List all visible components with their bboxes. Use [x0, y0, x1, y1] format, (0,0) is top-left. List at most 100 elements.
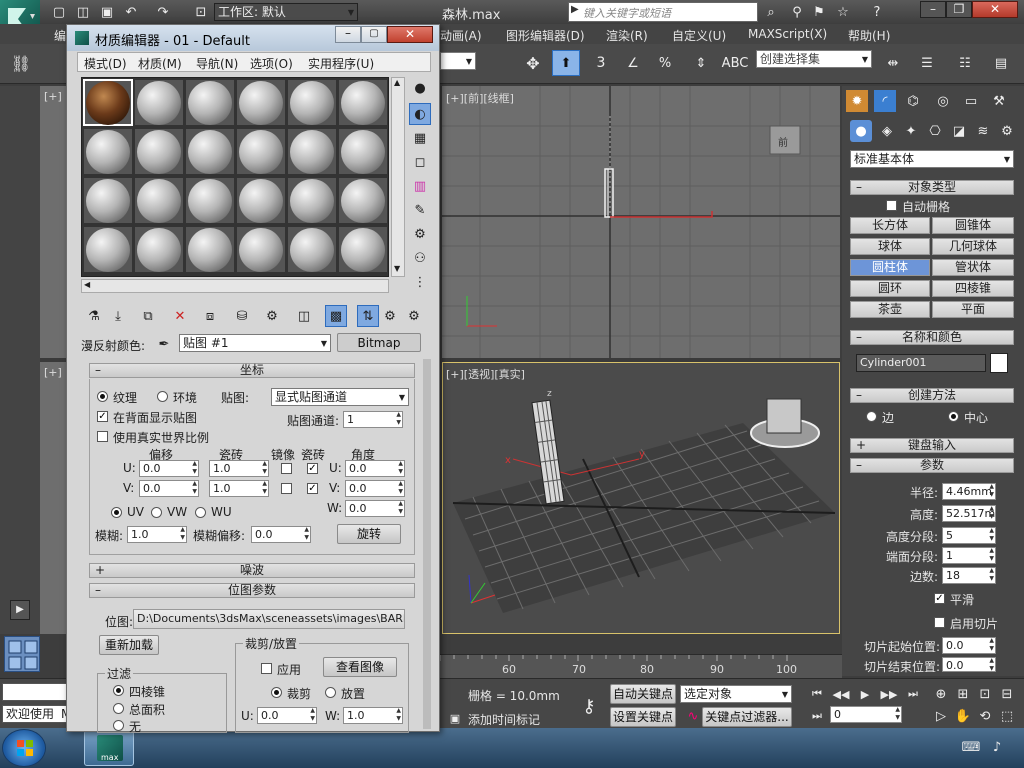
cone-button[interactable]: 圆锥体	[932, 217, 1014, 234]
lights-icon[interactable]: ✦	[900, 120, 922, 142]
hierarchy-tab-icon[interactable]: ⌬	[902, 90, 924, 112]
uv-tiling-icon[interactable]: ◻	[409, 151, 431, 173]
slot-horizontal-scrollbar[interactable]: ◀	[81, 279, 389, 293]
smooth-checkbox[interactable]: ✓	[934, 593, 945, 604]
utilities-tab-icon[interactable]: ⚒	[988, 90, 1010, 112]
show-map-on-back-checkbox[interactable]: ✓	[97, 411, 108, 422]
shapes-icon[interactable]: ◈	[876, 120, 898, 142]
viewport-front[interactable]: 前	[442, 86, 840, 358]
menu-animation[interactable]: 动画(A)	[440, 27, 482, 44]
me-menu-navigation[interactable]: 导航(N)	[196, 55, 238, 72]
sample-slot[interactable]	[287, 177, 337, 224]
key-filters-button[interactable]: 关键点过滤器...	[702, 707, 792, 727]
undo-icon[interactable]: ↶	[120, 1, 142, 23]
prev-frame-icon[interactable]: ◀◀	[830, 683, 852, 705]
next-frame-icon[interactable]: ▶▶	[878, 683, 900, 705]
show-end-result-icon[interactable]: ⇅	[357, 305, 379, 327]
u-tile-checkbox[interactable]: ✓	[307, 463, 318, 474]
wu-radio[interactable]	[195, 507, 206, 518]
blur-spinner[interactable]: 1.0	[127, 526, 187, 543]
goto-start-icon[interactable]: ⏮	[806, 683, 828, 705]
v-mirror-checkbox[interactable]	[281, 483, 292, 494]
search-box[interactable]: ▶ 键入关键字或短语	[568, 2, 758, 22]
me-menu-mode[interactable]: 模式(D)	[84, 55, 127, 72]
selection-filter-dropdown[interactable]	[440, 52, 476, 70]
key-mode-icon[interactable]: ⏭	[806, 705, 828, 727]
sample-slot[interactable]	[287, 79, 337, 126]
menu-graph-editors[interactable]: 图形编辑器(D)	[506, 27, 585, 44]
uv-radio[interactable]	[111, 507, 122, 518]
spinner-snap-icon[interactable]: ⇕	[690, 52, 712, 74]
systems-icon[interactable]: ⚙	[996, 120, 1018, 142]
current-frame-field[interactable]: 0	[830, 706, 902, 723]
map-type-button[interactable]: Bitmap	[337, 333, 421, 352]
background-icon[interactable]: ▦	[409, 127, 431, 149]
orbit-icon[interactable]: ⟲	[974, 705, 996, 727]
select-move-icon[interactable]: ✥	[522, 52, 544, 74]
menu-customize[interactable]: 自定义(U)	[672, 27, 726, 44]
v-tiling-spinner[interactable]: 1.0	[209, 480, 269, 497]
sample-slot[interactable]	[185, 177, 235, 224]
sample-slot[interactable]	[338, 226, 388, 273]
object-name-field[interactable]: Cylinder001	[856, 354, 986, 372]
me-menu-options[interactable]: 选项(O)	[250, 55, 293, 72]
project-folder-icon[interactable]: ⊡	[190, 1, 212, 23]
link-icon[interactable]: ⛓	[10, 52, 32, 74]
sample-slot[interactable]	[134, 177, 184, 224]
viewport-perspective[interactable]: x y z	[442, 362, 840, 634]
tube-button[interactable]: 管状体	[932, 259, 1014, 276]
noise-rollout[interactable]: + 噪波	[89, 563, 415, 578]
get-material-icon[interactable]: ⚗	[83, 305, 105, 327]
height-segs-spinner[interactable]: 5	[942, 527, 996, 544]
key-icon[interactable]: ⚲	[786, 1, 808, 23]
pyramid-button[interactable]: 四棱锥	[932, 280, 1014, 297]
cap-segs-spinner[interactable]: 1	[942, 547, 996, 564]
bitmap-params-rollout[interactable]: – 位图参数	[89, 583, 415, 598]
auto-key-button[interactable]: 自动关键点	[610, 684, 676, 704]
save-file-icon[interactable]: ▣	[96, 1, 118, 23]
redo-icon[interactable]: ↷	[152, 1, 174, 23]
start-button[interactable]	[2, 729, 46, 767]
play-icon[interactable]: ▶	[854, 683, 876, 705]
viewport-left-label[interactable]: [+]	[44, 366, 62, 379]
pyramidal-radio[interactable]	[113, 685, 124, 696]
motion-tab-icon[interactable]: ◎	[932, 90, 954, 112]
set-key-icon[interactable]: ⚷	[572, 691, 606, 721]
category-dropdown[interactable]: 标准基本体	[850, 150, 1014, 168]
help-icon[interactable]: ?	[866, 1, 888, 23]
sample-slot[interactable]	[236, 177, 286, 224]
v-offset-spinner[interactable]: 0.0	[139, 480, 199, 497]
u-mirror-checkbox[interactable]	[281, 463, 292, 474]
mirror-icon[interactable]: ⇹	[882, 52, 904, 74]
me-menu-utilities[interactable]: 实用程序(U)	[308, 55, 374, 72]
options-icon[interactable]: ⚙	[409, 223, 431, 245]
texture-radio[interactable]	[97, 391, 108, 402]
viewcube-front-label[interactable]: 前	[778, 134, 788, 149]
bitmap-path-button[interactable]: D:\Documents\3dsMax\sceneassets\images\B…	[133, 609, 405, 629]
rollout-scrollbar[interactable]	[423, 359, 431, 729]
minimize-button[interactable]: –	[920, 1, 946, 18]
map-name-dropdown[interactable]: 贴图 #1	[179, 334, 331, 352]
volume-tray-icon[interactable]: ♪	[986, 736, 1008, 758]
key-filters-icon[interactable]: ∿	[682, 705, 704, 727]
menu-maxscript[interactable]: MAXScript(X)	[748, 27, 827, 41]
go-forward-sibling-icon[interactable]: ⚙	[403, 305, 425, 327]
sample-slot[interactable]	[134, 79, 184, 126]
crop-u-spinner[interactable]: 0.0	[257, 707, 317, 724]
close-window-button[interactable]: ✕	[972, 1, 1018, 18]
show-shaded-icon[interactable]: ◫	[293, 305, 315, 327]
sample-slot[interactable]	[83, 226, 133, 273]
sample-slot[interactable]	[236, 226, 286, 273]
taskbar-3dsmax-button[interactable]: max	[84, 730, 134, 766]
search-input[interactable]: 键入关键字或短语	[583, 5, 671, 21]
v-tile-checkbox[interactable]: ✓	[307, 483, 318, 494]
crop-radio[interactable]	[271, 687, 282, 698]
align-icon[interactable]: ☰	[916, 52, 938, 74]
add-time-tag-label[interactable]: 添加时间标记	[468, 711, 540, 728]
layer-manager-icon[interactable]: ☷	[954, 52, 976, 74]
keyboard-tray-icon[interactable]: ⌨	[960, 736, 982, 758]
sample-slot[interactable]	[236, 79, 286, 126]
backlight-icon[interactable]: ◐	[409, 103, 431, 125]
parameters-rollout[interactable]: – 参数	[850, 458, 1014, 473]
u-angle-spinner[interactable]: 0.0	[345, 460, 405, 477]
